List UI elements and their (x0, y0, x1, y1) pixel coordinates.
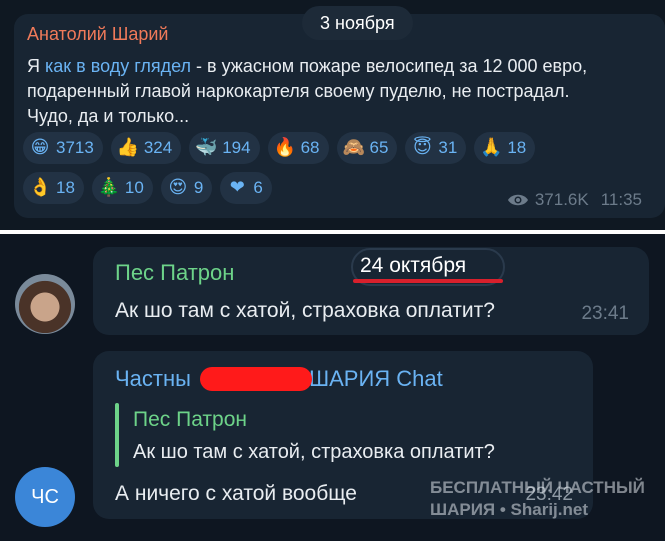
thumbs-up-emoji-icon: 👍 (116, 137, 140, 158)
watermark-line-2: ШАРИЯ • Sharij.net (430, 500, 588, 519)
reaction-count: 3713 (56, 138, 94, 157)
fire-emoji-icon: 🔥 (273, 137, 296, 158)
date-pill: 3 ноября (302, 6, 413, 40)
reply-quote[interactable]: Пес Патрон Ак шо там с хатой, страховка … (115, 403, 585, 471)
reaction-chip[interactable]: 🙏 18 (474, 132, 536, 164)
reaction-count: 18 (56, 178, 75, 197)
reaction-row-1: 😁 3713 👍 324 🐳 194 🔥 68 🙈 65 😇 31 🙏 18 (23, 132, 623, 164)
message-text: Ак шо там с хатой, страховка оплатит? (115, 299, 495, 322)
watermark: БЕСПЛАТНЫЙ ЧАСТНЫЙ ШАРИЯ • Sharij.net (430, 477, 660, 521)
post-text-prefix: Я (27, 56, 45, 76)
reaction-chip[interactable]: 🔥 68 (267, 132, 329, 164)
channel-post-panel: Анатолий Шарий Я как в воду глядел - в у… (0, 0, 665, 230)
reaction-chip[interactable]: 🎄 10 (91, 172, 153, 204)
reaction-count: 10 (124, 178, 144, 197)
date-tag: 24 октября (360, 254, 467, 277)
post-bubble: Анатолий Шарий Я как в воду глядел - в у… (14, 14, 665, 218)
reaction-count: 68 (300, 138, 320, 157)
reaction-count: 194 (222, 138, 251, 157)
reaction-chip[interactable]: 👌 18 (23, 172, 84, 204)
watermark-line-1: БЕСПЛАТНЫЙ ЧАСТНЫЙ (430, 478, 645, 497)
tree-emoji-icon: 🎄 (97, 177, 121, 198)
ok-hand-emoji-icon: 👌 (29, 177, 52, 198)
post-author[interactable]: Анатолий Шарий (27, 24, 168, 45)
reaction-chip[interactable]: 😍 9 (160, 172, 213, 204)
reaction-chip[interactable]: ❤ 6 (220, 172, 272, 204)
see-no-evil-emoji-icon: 🙈 (342, 137, 365, 158)
reaction-count: 324 (143, 138, 173, 157)
reaction-count: 6 (253, 178, 263, 197)
avatar-initials[interactable]: ЧС (15, 467, 75, 527)
reaction-chip[interactable]: 😇 31 (405, 132, 467, 164)
heart-eyes-emoji-icon: 😍 (168, 177, 188, 198)
halo-emoji-icon: 😇 (413, 137, 432, 158)
reaction-count: 65 (369, 138, 389, 157)
reaction-chip[interactable]: 👍 324 (110, 132, 182, 164)
reply-sender: Пес Патрон (133, 408, 247, 431)
pray-emoji-icon: 🙏 (480, 137, 503, 158)
whale-emoji-icon: 🐳 (195, 137, 218, 158)
sender-name-end: ШАРИЯ Chat (308, 366, 443, 391)
eye-icon (507, 194, 528, 206)
view-count: 371.6K (534, 190, 589, 209)
reaction-count: 9 (193, 178, 204, 197)
reaction-count: 18 (507, 138, 527, 157)
message-time: 23:41 (581, 303, 629, 324)
post-link[interactable]: как в воду глядел (45, 56, 191, 76)
post-time: 11:35 (600, 190, 642, 209)
post-meta: 371.6K 11:35 (507, 190, 642, 210)
post-text: Я как в воду глядел - в ужасном пожаре в… (27, 54, 617, 129)
date-underline (353, 279, 503, 283)
message-sender[interactable]: Пес Патрон (115, 260, 234, 286)
chat-panel: Пес Патрон Ак шо там с хатой, страховка … (0, 234, 665, 541)
reaction-chip[interactable]: 🐳 194 (189, 132, 260, 164)
redaction-mark (200, 367, 312, 391)
reaction-chip[interactable]: 😁 3713 (23, 132, 103, 164)
reaction-count: 31 (438, 138, 458, 157)
message-text: А ничего с хатой вообще (115, 482, 357, 505)
sender-name-start: Частны (115, 366, 191, 391)
grin-emoji-icon: 😁 (30, 137, 50, 158)
reply-text: Ак шо там с хатой, страховка оплатит? (133, 441, 495, 463)
avatar-photo[interactable] (15, 274, 75, 334)
reply-bar (115, 403, 119, 467)
heart-emoji-icon: ❤ (229, 177, 245, 198)
reaction-chip[interactable]: 🙈 65 (336, 132, 398, 164)
